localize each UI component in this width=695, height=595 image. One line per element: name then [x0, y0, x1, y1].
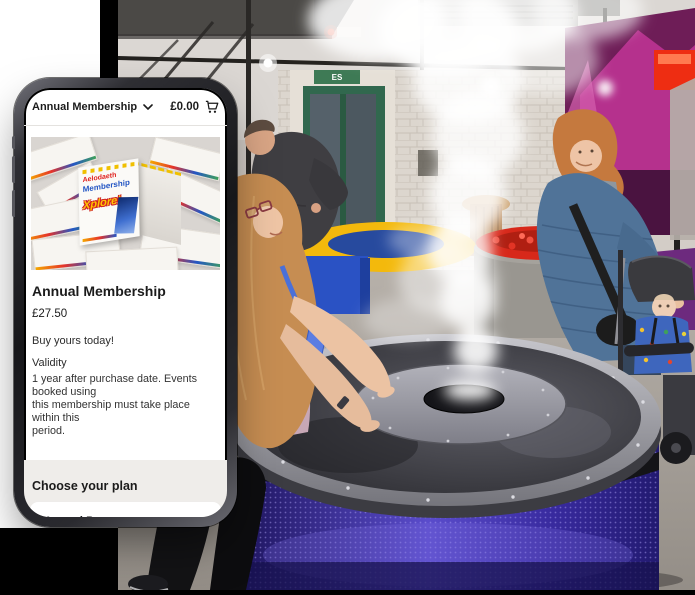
card-front-panel: Aelodaeth Membership Xplore! — [78, 158, 139, 245]
membership-card — [85, 247, 178, 270]
product-title: Annual Membership — [32, 282, 219, 300]
hero-section: ES — [0, 0, 695, 595]
phone-volume-down-button — [12, 190, 15, 217]
door-sign-text: ES — [332, 73, 343, 82]
shopping-cart-icon — [204, 100, 219, 114]
phone-mockup: Annual Membership £0.00 — [14, 78, 237, 527]
plan-selector-label: Annual Membership — [32, 101, 137, 113]
card-back-panel — [133, 161, 181, 245]
plan-section: Choose your plan Annual Pass Unlimited a… — [24, 460, 227, 517]
product-tagline: Buy yours today! — [32, 334, 219, 348]
validity-heading: Validity — [32, 356, 219, 370]
featured-membership-card: Aelodaeth Membership Xplore! — [79, 163, 189, 247]
phone-volume-up-button — [12, 156, 15, 183]
validity-body: 1 year after purchase date. Events booke… — [32, 373, 219, 438]
shop-header: Annual Membership £0.00 — [24, 88, 227, 126]
cart-button[interactable]: £0.00 — [170, 100, 219, 114]
plan-selector-dropdown[interactable]: Annual Membership — [32, 101, 153, 113]
card-stripe-decoration — [83, 234, 117, 242]
product-info: Annual Membership £27.50 Buy yours today… — [24, 282, 227, 438]
plan-name: Annual Pass — [44, 515, 207, 517]
plan-option-annual-pass[interactable]: Annual Pass Unlimited annual membership — [30, 502, 221, 517]
phone-silence-switch — [12, 136, 15, 149]
product-image: Aelodaeth Membership Xplore! — [31, 137, 220, 270]
chevron-down-icon — [143, 104, 153, 110]
card-photo-block — [114, 197, 138, 234]
phone-screen: Annual Membership £0.00 — [24, 88, 227, 517]
product-price: £27.50 — [32, 306, 219, 322]
cart-total: £0.00 — [170, 101, 199, 113]
plan-section-heading: Choose your plan — [30, 479, 221, 493]
validity-line: period. — [32, 425, 219, 438]
validity-line: this membership must take place within t… — [32, 399, 219, 425]
validity-line: 1 year after purchase date. Events booke… — [32, 373, 219, 399]
